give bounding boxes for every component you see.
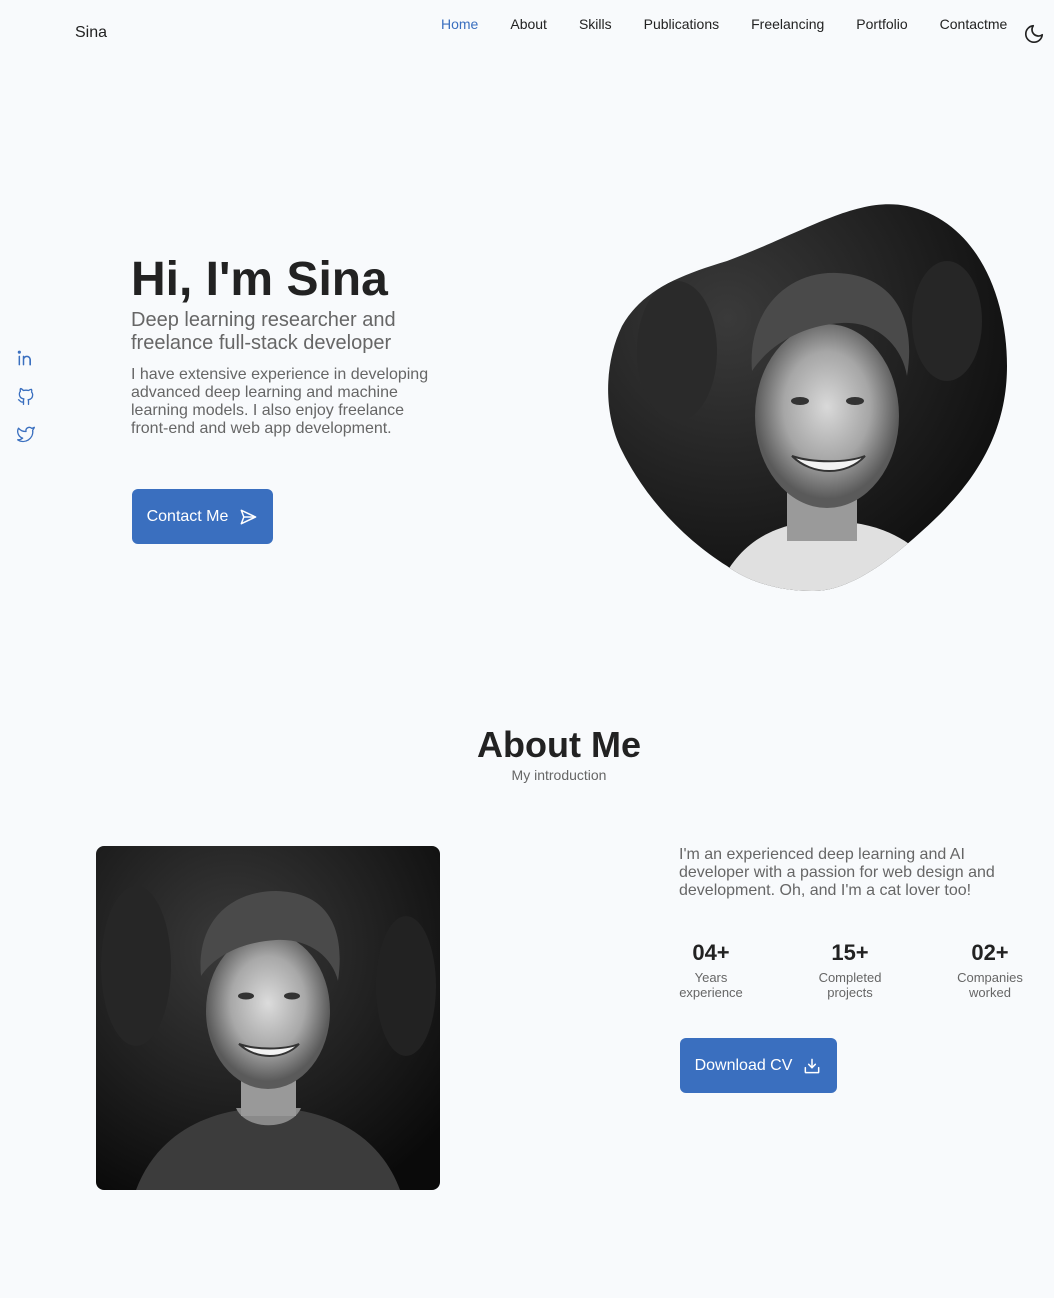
stat-label: Companies worked [957,970,1023,1000]
about-subtitle: My introduction [511,767,607,783]
stat-number: 15+ [831,940,869,965]
stat-companies-worked: 02+ Companies worked [930,940,1050,1000]
contact-me-button[interactable]: Contact Me [132,489,273,544]
stat-years-experience: 04+ Years experience [651,940,771,1000]
linkedin-icon[interactable] [15,348,37,368]
hero-title: Hi, I'm Sina [131,253,388,306]
nav-publications[interactable]: Publications [644,16,720,32]
nav-contactme[interactable]: Contactme [940,16,1008,32]
about-description: I'm an experienced deep learning and AI … [679,846,995,899]
nav-freelancing[interactable]: Freelancing [751,16,824,32]
twitter-icon[interactable] [15,424,37,444]
logo[interactable]: Sina [75,24,107,42]
download-cv-label: Download CV [694,1056,793,1074]
nav-home[interactable]: Home [441,16,478,32]
hero-subtitle: Deep learning researcher and freelance f… [131,309,396,354]
moon-icon[interactable] [1023,23,1045,45]
header: Sina Home About Skills Publications Free… [0,0,1054,64]
nav-portfolio[interactable]: Portfolio [856,16,907,32]
download-cv-button[interactable]: Download CV [680,1038,837,1093]
stat-number: 02+ [971,940,1009,965]
hero-description: I have extensive experience in developin… [131,366,429,437]
stat-completed-projects: 15+ Completed projects [790,940,910,1000]
main-nav: Home About Skills Publications Freelanci… [441,16,1007,32]
about-profile-photo [96,846,440,1190]
nav-about[interactable]: About [510,16,547,32]
about-title: About Me [477,724,641,765]
send-icon [240,509,257,524]
download-icon [804,1058,820,1073]
hero-profile-photo [607,201,1009,592]
stat-label: Years experience [679,970,743,1000]
contact-me-label: Contact Me [146,507,229,525]
stat-label: Completed projects [818,970,882,1000]
nav-skills[interactable]: Skills [579,16,612,32]
social-links [15,348,37,444]
github-icon[interactable] [15,386,37,406]
stat-number: 04+ [692,940,730,965]
